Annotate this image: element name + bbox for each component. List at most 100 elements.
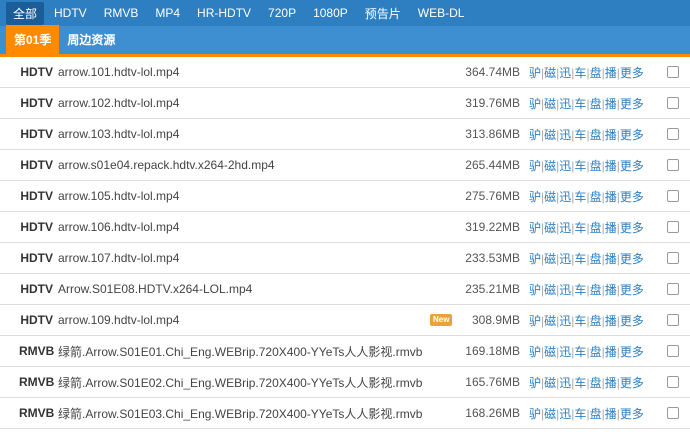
link-more[interactable]: 更多 <box>620 97 644 111</box>
link-magnet[interactable]: 磁 <box>544 190 556 204</box>
link-magnet[interactable]: 磁 <box>544 345 556 359</box>
link-pan[interactable]: 盘 <box>590 407 602 421</box>
file-name-link[interactable]: 绿箭.Arrow.S01E02.Chi_Eng.WEBrip.720X400-Y… <box>58 374 440 391</box>
link-che[interactable]: 车 <box>574 190 586 204</box>
link-magnet[interactable]: 磁 <box>544 407 556 421</box>
link-che[interactable]: 车 <box>574 221 586 235</box>
link-more[interactable]: 更多 <box>620 283 644 297</box>
select-checkbox[interactable] <box>667 314 679 326</box>
link-play[interactable]: 播 <box>605 97 617 111</box>
select-checkbox[interactable] <box>667 407 679 419</box>
link-play[interactable]: 播 <box>605 66 617 80</box>
file-name-link[interactable]: arrow.101.hdtv-lol.mp4 <box>58 65 440 79</box>
link-pan[interactable]: 盘 <box>590 190 602 204</box>
link-pan[interactable]: 盘 <box>590 97 602 111</box>
file-name-link[interactable]: arrow.102.hdtv-lol.mp4 <box>58 96 440 110</box>
link-play[interactable]: 播 <box>605 159 617 173</box>
select-checkbox[interactable] <box>667 252 679 264</box>
link-play[interactable]: 播 <box>605 283 617 297</box>
link-che[interactable]: 车 <box>574 159 586 173</box>
link-ed2k[interactable]: 驴 <box>529 252 541 266</box>
link-ed2k[interactable]: 驴 <box>529 376 541 390</box>
link-more[interactable]: 更多 <box>620 66 644 80</box>
link-che[interactable]: 车 <box>574 376 586 390</box>
format-tab-1080p[interactable]: 1080P <box>306 3 355 23</box>
file-name-link[interactable]: 绿箭.Arrow.S01E01.Chi_Eng.WEBrip.720X400-Y… <box>58 343 440 360</box>
link-play[interactable]: 播 <box>605 128 617 142</box>
link-more[interactable]: 更多 <box>620 159 644 173</box>
link-che[interactable]: 车 <box>574 252 586 266</box>
select-checkbox[interactable] <box>667 159 679 171</box>
link-pan[interactable]: 盘 <box>590 66 602 80</box>
file-name-link[interactable]: arrow.106.hdtv-lol.mp4 <box>58 220 440 234</box>
file-name-link[interactable]: arrow.105.hdtv-lol.mp4 <box>58 189 440 203</box>
link-more[interactable]: 更多 <box>620 314 644 328</box>
link-more[interactable]: 更多 <box>620 407 644 421</box>
link-che[interactable]: 车 <box>574 128 586 142</box>
link-xunlei[interactable]: 迅 <box>559 376 571 390</box>
select-checkbox[interactable] <box>667 97 679 109</box>
link-more[interactable]: 更多 <box>620 345 644 359</box>
link-ed2k[interactable]: 驴 <box>529 128 541 142</box>
select-checkbox[interactable] <box>667 376 679 388</box>
link-ed2k[interactable]: 驴 <box>529 97 541 111</box>
format-tab-hr-hdtv[interactable]: HR-HDTV <box>190 3 258 23</box>
link-ed2k[interactable]: 驴 <box>529 221 541 235</box>
format-tab-hdtv[interactable]: HDTV <box>47 3 94 23</box>
link-ed2k[interactable]: 驴 <box>529 190 541 204</box>
file-name-link[interactable]: 绿箭.Arrow.S01E03.Chi_Eng.WEBrip.720X400-Y… <box>58 405 440 422</box>
link-magnet[interactable]: 磁 <box>544 283 556 297</box>
link-ed2k[interactable]: 驴 <box>529 159 541 173</box>
link-xunlei[interactable]: 迅 <box>559 252 571 266</box>
format-tab-rmvb[interactable]: RMVB <box>97 3 146 23</box>
link-pan[interactable]: 盘 <box>590 314 602 328</box>
file-name-link[interactable]: arrow.107.hdtv-lol.mp4 <box>58 251 440 265</box>
format-tab-all[interactable]: 全部 <box>6 1 45 25</box>
link-play[interactable]: 播 <box>605 407 617 421</box>
file-name-link[interactable]: Arrow.S01E08.HDTV.x264-LOL.mp4 <box>58 282 440 296</box>
link-che[interactable]: 车 <box>574 345 586 359</box>
link-che[interactable]: 车 <box>574 66 586 80</box>
link-che[interactable]: 车 <box>574 283 586 297</box>
link-play[interactable]: 播 <box>605 314 617 328</box>
link-more[interactable]: 更多 <box>620 376 644 390</box>
link-magnet[interactable]: 磁 <box>544 159 556 173</box>
link-ed2k[interactable]: 驴 <box>529 314 541 328</box>
file-name-link[interactable]: arrow.s01e04.repack.hdtv.x264-2hd.mp4 <box>58 158 440 172</box>
link-pan[interactable]: 盘 <box>590 345 602 359</box>
link-che[interactable]: 车 <box>574 407 586 421</box>
link-xunlei[interactable]: 迅 <box>559 66 571 80</box>
link-che[interactable]: 车 <box>574 314 586 328</box>
format-tab-web-dl[interactable]: WEB-DL <box>411 3 472 23</box>
link-xunlei[interactable]: 迅 <box>559 221 571 235</box>
link-magnet[interactable]: 磁 <box>544 314 556 328</box>
link-magnet[interactable]: 磁 <box>544 66 556 80</box>
select-checkbox[interactable] <box>667 221 679 233</box>
link-xunlei[interactable]: 迅 <box>559 97 571 111</box>
file-name-link[interactable]: arrow.109.hdtv-lol.mp4 <box>58 313 440 327</box>
select-checkbox[interactable] <box>667 190 679 202</box>
season-tab-extras[interactable]: 周边资源 <box>59 25 123 54</box>
link-pan[interactable]: 盘 <box>590 159 602 173</box>
link-xunlei[interactable]: 迅 <box>559 159 571 173</box>
link-play[interactable]: 播 <box>605 221 617 235</box>
link-ed2k[interactable]: 驴 <box>529 407 541 421</box>
link-play[interactable]: 播 <box>605 345 617 359</box>
select-checkbox[interactable] <box>667 66 679 78</box>
select-checkbox[interactable] <box>667 128 679 140</box>
link-play[interactable]: 播 <box>605 252 617 266</box>
link-pan[interactable]: 盘 <box>590 252 602 266</box>
link-ed2k[interactable]: 驴 <box>529 66 541 80</box>
link-more[interactable]: 更多 <box>620 221 644 235</box>
link-more[interactable]: 更多 <box>620 190 644 204</box>
link-pan[interactable]: 盘 <box>590 221 602 235</box>
format-tab-720p[interactable]: 720P <box>261 3 303 23</box>
link-magnet[interactable]: 磁 <box>544 221 556 235</box>
select-checkbox[interactable] <box>667 283 679 295</box>
link-xunlei[interactable]: 迅 <box>559 345 571 359</box>
link-magnet[interactable]: 磁 <box>544 128 556 142</box>
link-xunlei[interactable]: 迅 <box>559 314 571 328</box>
file-name-link[interactable]: arrow.103.hdtv-lol.mp4 <box>58 127 440 141</box>
link-more[interactable]: 更多 <box>620 128 644 142</box>
link-che[interactable]: 车 <box>574 97 586 111</box>
